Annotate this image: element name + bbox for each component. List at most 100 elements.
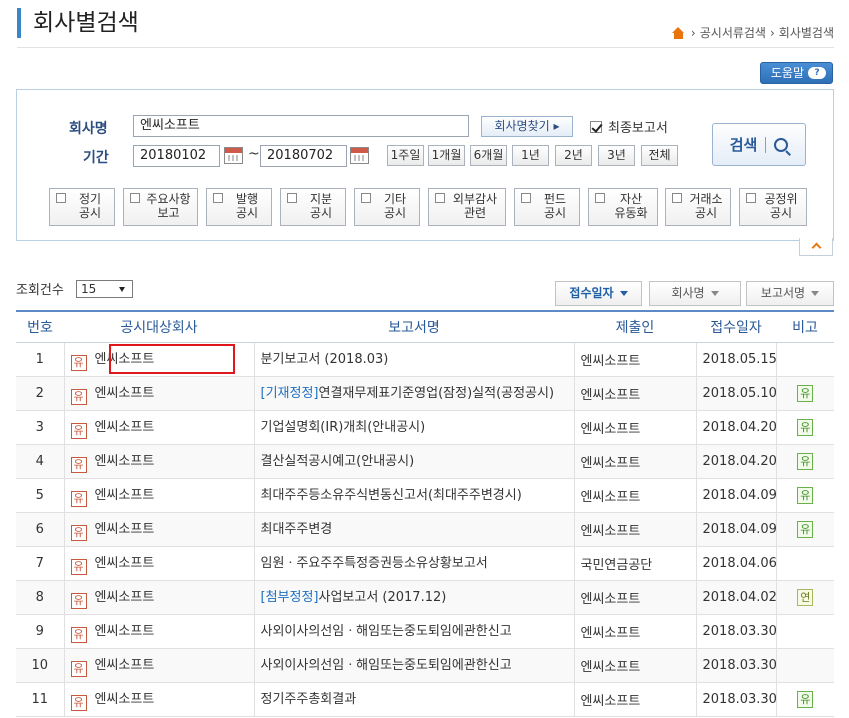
column-header-company[interactable]: 공시대상회사 [64, 312, 254, 343]
report-name[interactable]: 기업설명회(IR)개최(안내공시) [261, 420, 426, 435]
column-header-note[interactable]: 비고 [776, 312, 834, 343]
company-name-link[interactable]: 엔씨소프트 [95, 488, 155, 503]
count-select[interactable]: 15 [76, 280, 133, 298]
table-row[interactable]: 2 유 엔씨소프트 [기재정정]연결재무제표기준영업(잠정)실적(공정공시) 엔씨소프트… [16, 376, 834, 411]
calendar-icon[interactable] [224, 147, 243, 164]
find-company-button[interactable]: 회사명찾기 ▸ [481, 116, 573, 137]
report-name[interactable]: 정기주주총회결과 [261, 692, 357, 707]
note-badge[interactable]: 유 [797, 384, 814, 402]
checkbox[interactable] [672, 193, 682, 203]
report-name[interactable]: 사외이사의선임ㆍ해임또는중도퇴임에관한신고 [261, 624, 512, 639]
period-6month-button[interactable]: 6개월 [470, 145, 507, 166]
report-name[interactable]: 임원ㆍ주요주주특정증권등소유상황보고서 [261, 556, 488, 571]
company-cell: 유 엔씨소프트 [63, 512, 254, 547]
note-badge[interactable]: 유 [797, 520, 814, 538]
period-1month-button[interactable]: 1개월 [428, 145, 465, 166]
company-name-input[interactable]: 엔씨소프트 [133, 115, 469, 137]
type-other-button[interactable]: 기타 공시 [354, 188, 420, 226]
report-name[interactable]: 최대주주변경 [261, 522, 333, 537]
report-name[interactable]: 분기보고서 (2018.03) [261, 352, 389, 367]
checkbox[interactable] [213, 193, 223, 203]
type-major-button[interactable]: 주요사항 보고 [123, 188, 198, 226]
company-name-link[interactable]: 엔씨소프트 [95, 522, 155, 537]
period-1year-button[interactable]: 1년 [512, 145, 549, 166]
checkbox[interactable] [130, 193, 140, 203]
report-name[interactable]: 연결재무제표기준영업(잠정)실적(공정공시) [318, 386, 554, 401]
type-periodic-button[interactable]: 정기 공시 [49, 188, 115, 226]
type-audit-button[interactable]: 외부감사 관련 [428, 188, 506, 226]
note-badge[interactable]: 유 [797, 690, 814, 708]
note-badge[interactable]: 유 [797, 452, 814, 470]
search-button[interactable]: 검색 [712, 123, 806, 166]
row-number: 1 [16, 342, 64, 377]
company-name-link[interactable]: 엔씨소프트 [95, 386, 155, 401]
type-fund-button[interactable]: 펀드 공시 [514, 188, 580, 226]
company-name-link[interactable]: 엔씨소프트 [95, 624, 155, 639]
checkbox[interactable] [746, 193, 756, 203]
final-report-checkbox[interactable] [590, 120, 602, 133]
period-all-button[interactable]: 전체 [641, 145, 678, 166]
report-name[interactable]: 최대주주등소유주식변동신고서(최대주주변경시) [261, 488, 522, 503]
report-tag[interactable]: [첨부정정] [261, 590, 319, 605]
type-exchange-button[interactable]: 거래소 공시 [665, 188, 731, 226]
period-3year-button[interactable]: 3년 [598, 145, 635, 166]
table-row[interactable]: 11 유 엔씨소프트 정기주주총회결과 엔씨소프트 2018.03.30 유 [16, 682, 834, 717]
table-row[interactable]: 7 유 엔씨소프트 임원ㆍ주요주주특정증권등소유상황보고서 국민연금공단 2018.04.… [16, 546, 834, 581]
company-name-link[interactable]: 엔씨소프트 [95, 454, 155, 469]
count-label: 조회건수 [16, 283, 64, 298]
column-header-date[interactable]: 접수일자 [696, 312, 776, 343]
sort-by-date-tab[interactable]: 접수일자 [555, 281, 642, 306]
report-name[interactable]: 사업보고서 (2017.12) [318, 590, 446, 605]
table-row[interactable]: 6 유 엔씨소프트 최대주주변경 엔씨소프트 2018.04.09 유 [16, 512, 834, 547]
report-name[interactable]: 결산실적공시예고(안내공시) [261, 454, 415, 469]
final-report-option[interactable]: 최종보고서 [590, 117, 668, 136]
column-header-submitter[interactable]: 제출인 [574, 312, 696, 343]
table-row[interactable]: 8 유 엔씨소프트 [첨부정정]사업보고서 (2017.12) 엔씨소프트 2018.04… [16, 580, 834, 615]
table-row[interactable]: 4 유 엔씨소프트 결산실적공시예고(안내공시) 엔씨소프트 2018.04.20 유 [16, 444, 834, 479]
table-row[interactable]: 1 유 엔씨소프트 분기보고서 (2018.03) 엔씨소프트 2018.05.15 [16, 342, 834, 377]
received-date: 2018.03.30 [695, 648, 777, 683]
sort-by-report-tab[interactable]: 보고서명 [746, 281, 834, 306]
checkbox[interactable] [435, 193, 445, 203]
column-header-report[interactable]: 보고서명 [254, 312, 574, 343]
calendar-icon[interactable] [350, 147, 369, 164]
help-button[interactable]: 도움말 ? [759, 62, 833, 84]
period-1week-button[interactable]: 1주일 [387, 145, 424, 166]
note-badge[interactable]: 연 [797, 588, 814, 606]
table-row[interactable]: 3 유 엔씨소프트 기업설명회(IR)개최(안내공시) 엔씨소프트 2018.04.20 유 [16, 410, 834, 445]
note-badge[interactable]: 유 [797, 486, 814, 504]
company-name-link[interactable]: 엔씨소프트 [95, 692, 155, 707]
table-row[interactable]: 9 유 엔씨소프트 사외이사의선임ㆍ해임또는중도퇴임에관한신고 엔씨소프트 2018.03… [16, 614, 834, 649]
checkbox[interactable] [595, 193, 605, 203]
type-securitization-button[interactable]: 자산 유동화 [588, 188, 658, 226]
checkbox[interactable] [361, 193, 371, 203]
checkbox[interactable] [287, 193, 297, 203]
report-name[interactable]: 사외이사의선임ㆍ해임또는중도퇴임에관한신고 [261, 658, 512, 673]
table-row[interactable]: 5 유 엔씨소프트 최대주주등소유주식변동신고서(최대주주변경시) 엔씨소프트 2018.… [16, 478, 834, 513]
period-label: 기간 [83, 150, 109, 166]
report-tag[interactable]: [기재정정] [261, 386, 319, 401]
note-badge[interactable]: 유 [797, 418, 814, 436]
checkbox[interactable] [521, 193, 531, 203]
type-ftc-button[interactable]: 공정위 공시 [739, 188, 807, 226]
row-number: 2 [16, 376, 64, 411]
date-from-input[interactable]: 20180102 [133, 145, 220, 167]
type-equity-button[interactable]: 지분 공시 [280, 188, 346, 226]
collapse-up-icon[interactable] [799, 238, 833, 256]
type-issuance-button[interactable]: 발행 공시 [206, 188, 272, 226]
date-to-input[interactable]: 20180702 [260, 145, 347, 167]
company-name-link[interactable]: 엔씨소프트 [95, 420, 155, 435]
period-2year-button[interactable]: 2년 [555, 145, 592, 166]
sort-by-company-tab[interactable]: 회사명 [649, 281, 741, 306]
home-icon[interactable] [671, 26, 685, 39]
company-name-link[interactable]: 엔씨소프트 [95, 590, 155, 605]
checkbox[interactable] [56, 193, 66, 203]
table-row[interactable]: 10 유 엔씨소프트 사외이사의선임ㆍ해임또는중도퇴임에관한신고 엔씨소프트 2018.0… [16, 648, 834, 683]
received-date: 2018.03.30 [695, 614, 777, 649]
company-name-link[interactable]: 엔씨소프트 [95, 556, 155, 571]
breadcrumb-item-company-search[interactable]: 회사별검색 [779, 24, 834, 41]
row-number: 3 [16, 410, 64, 445]
company-name-link[interactable]: 엔씨소프트 [95, 658, 155, 673]
column-header-no[interactable]: 번호 [16, 312, 64, 343]
breadcrumb-item-disclosure-search[interactable]: 공시서류검색 [700, 24, 766, 41]
